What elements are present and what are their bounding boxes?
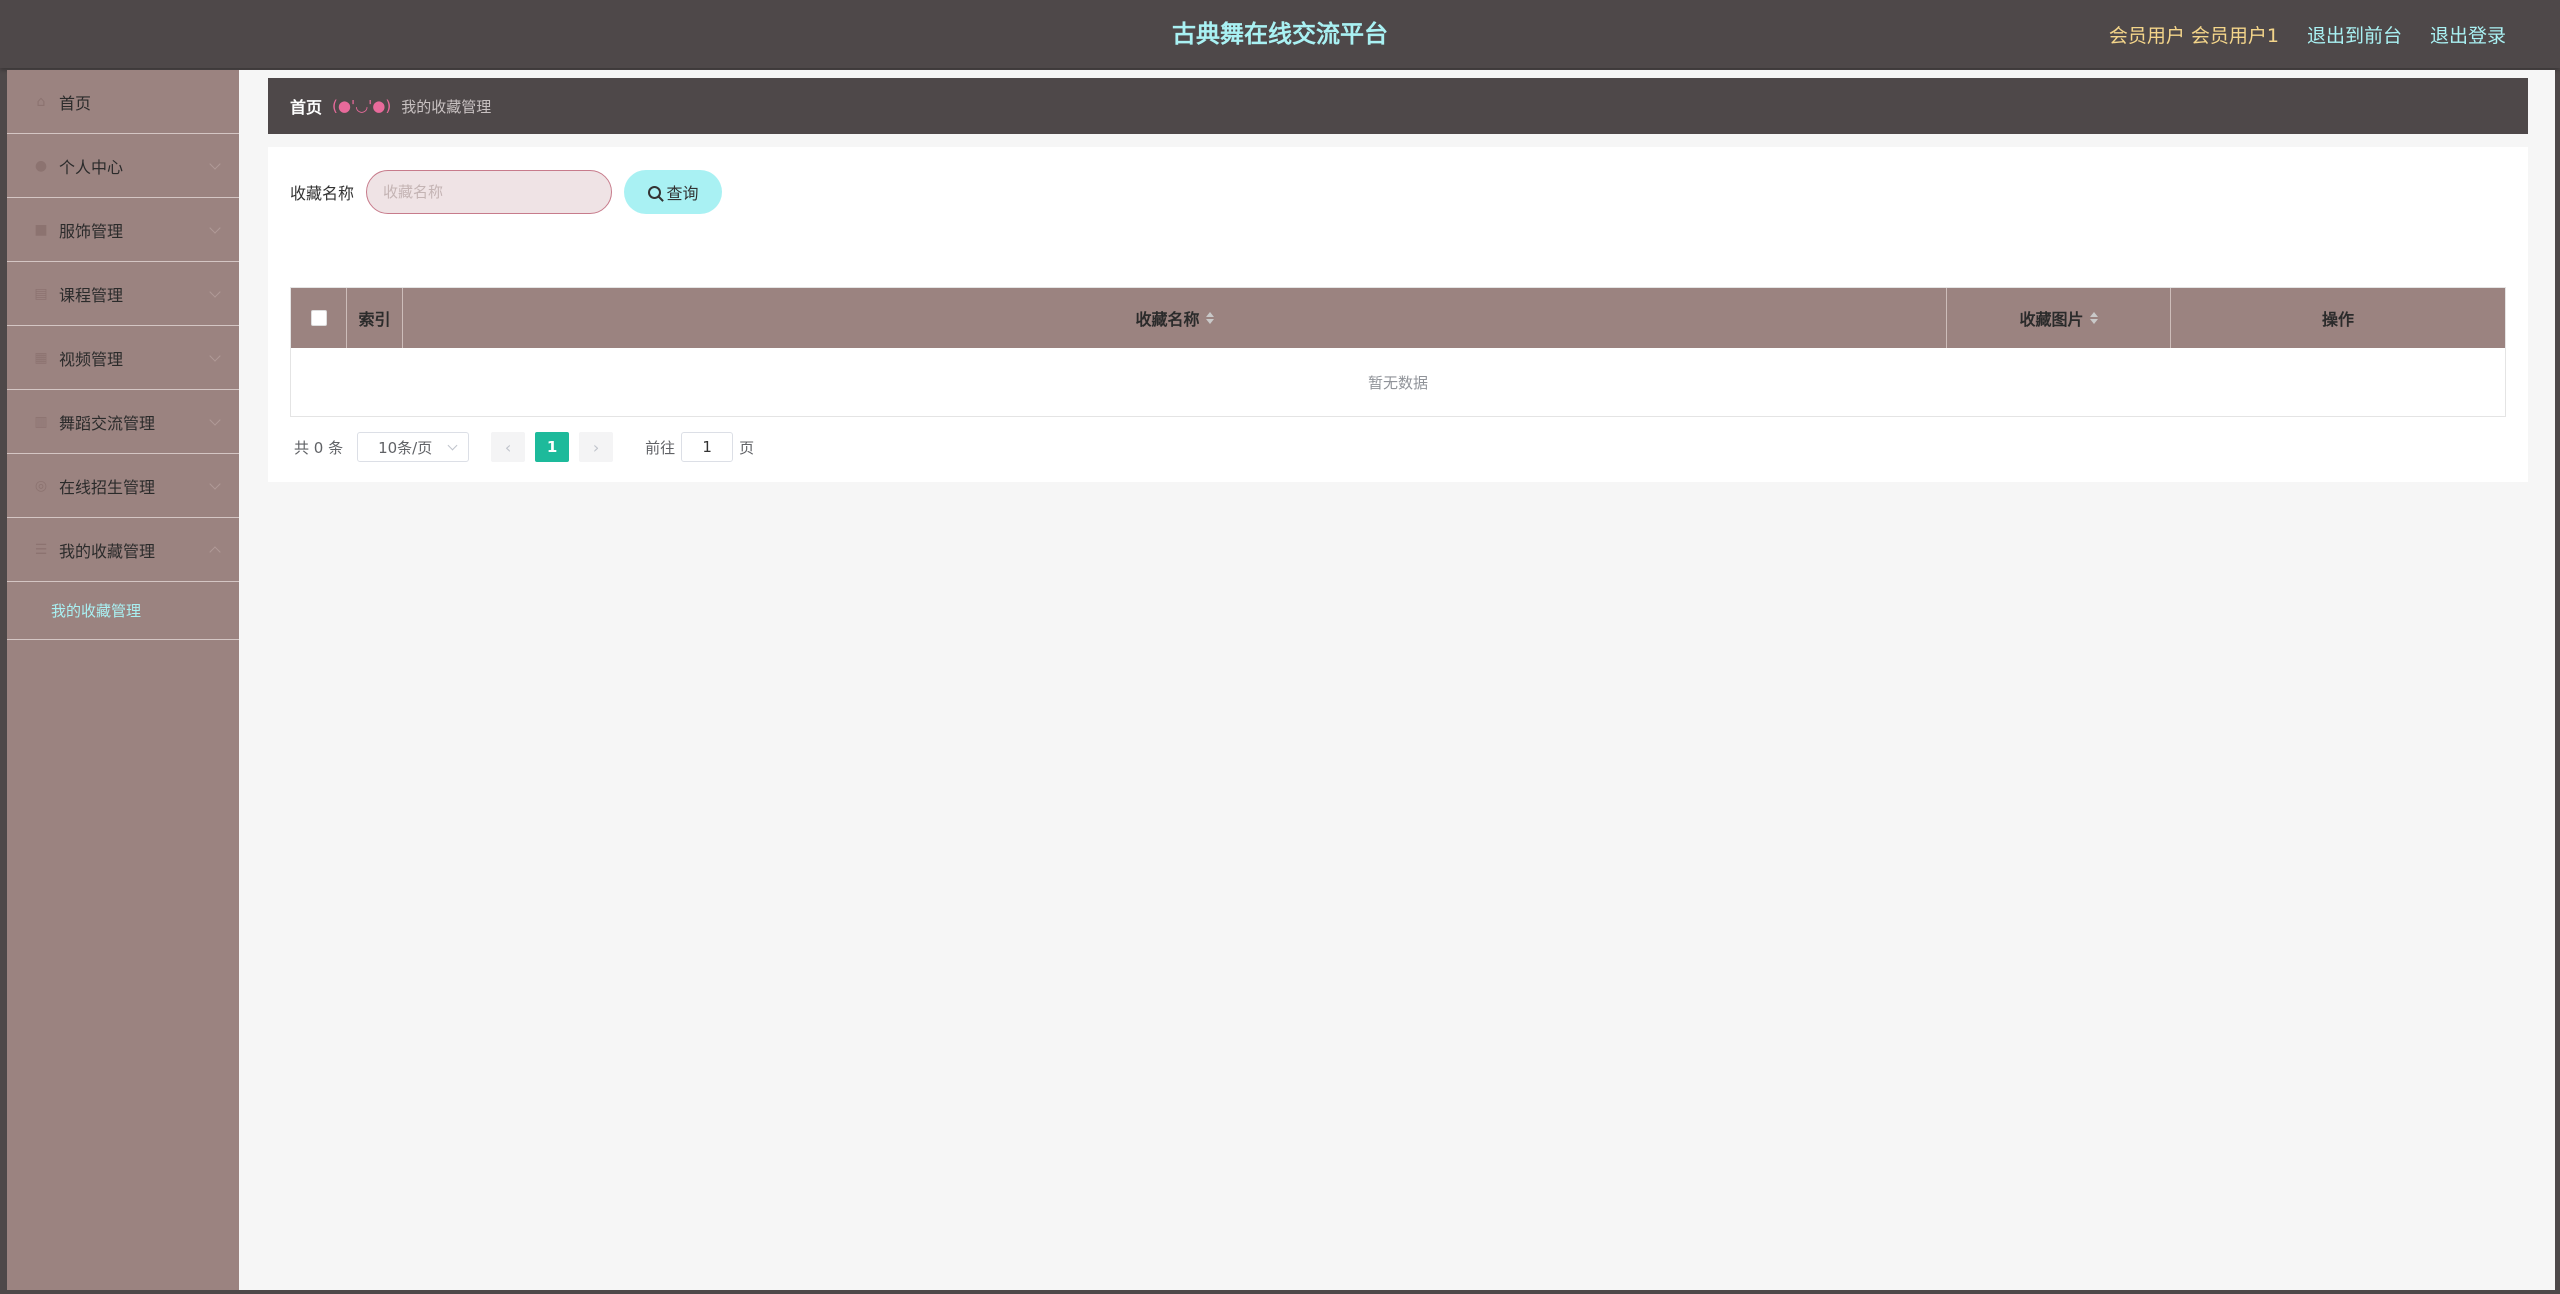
- select-all-checkbox[interactable]: [310, 310, 327, 326]
- chevron-down-icon: [209, 221, 221, 234]
- column-header-name-label: 收藏名称: [1135, 310, 1200, 329]
- sidebar-subitem-my-favorites[interactable]: 我的收藏管理: [7, 582, 239, 640]
- enroll-icon: ◎: [34, 477, 48, 494]
- goto-label: 前往: [645, 438, 676, 457]
- sidebar-item-enrollment[interactable]: ◎ 在线招生管理: [7, 454, 239, 518]
- sort-icon[interactable]: [1205, 312, 1214, 324]
- search-button-label: 查询: [666, 184, 699, 203]
- user-icon: ●: [34, 157, 48, 174]
- prev-page-button[interactable]: ‹: [491, 432, 526, 462]
- home-icon: ⌂: [36, 93, 46, 110]
- sidebar-item-video[interactable]: ▦ 视频管理: [7, 326, 239, 390]
- chevron-down-icon: [209, 477, 221, 490]
- chevron-down-icon: [209, 285, 221, 298]
- top-bar: 古典舞在线交流平台 会员用户 会员用户1 退出到前台 退出登录: [0, 0, 2560, 68]
- sidebar-item-label: 课程管理: [59, 285, 124, 305]
- pagination-total: 共 0 条: [294, 438, 344, 457]
- select-all-cell: [291, 288, 347, 348]
- chevron-down-icon: [209, 413, 221, 426]
- course-icon: ▤: [34, 285, 48, 302]
- chevron-down-icon: [447, 440, 458, 451]
- back-to-front-link[interactable]: 退出到前台: [2307, 21, 2402, 48]
- next-page-button[interactable]: ›: [579, 432, 614, 462]
- page-unit-label: 页: [739, 438, 755, 457]
- sidebar-item-label: 舞蹈交流管理: [59, 413, 156, 433]
- sidebar-item-label: 在线招生管理: [59, 477, 156, 497]
- breadcrumb-home[interactable]: 首页: [290, 94, 322, 118]
- sidebar-item-label: 视频管理: [59, 349, 124, 369]
- sidebar-item-label: 服饰管理: [59, 221, 124, 241]
- page-number-current[interactable]: 1: [535, 432, 570, 462]
- favorite-icon: ☰: [34, 541, 48, 558]
- main-content: 首页 (●'◡'●) 我的收藏管理 收藏名称 查询 索引 收藏名称: [239, 70, 2555, 1290]
- column-header-name[interactable]: 收藏名称: [403, 288, 1947, 348]
- search-label: 收藏名称: [290, 184, 355, 203]
- page-size-select[interactable]: 10条/页: [357, 432, 470, 462]
- breadcrumb: 首页 (●'◡'●) 我的收藏管理: [268, 78, 2528, 134]
- page-size-value: 10条/页: [378, 438, 433, 457]
- breadcrumb-current: 我的收藏管理: [401, 97, 492, 116]
- video-icon: ▦: [34, 349, 48, 366]
- chevron-down-icon: [209, 157, 221, 170]
- breadcrumb-separator: (●'◡'●): [332, 97, 392, 115]
- sidebar-item-label: 个人中心: [59, 157, 124, 177]
- forum-icon: ▥: [34, 413, 48, 430]
- sidebar-item-course[interactable]: ▤ 课程管理: [7, 262, 239, 326]
- search-button[interactable]: 查询: [624, 170, 723, 214]
- pagination: 共 0 条 10条/页 ‹ 1 › 前往 页: [294, 430, 754, 464]
- favorites-table: 索引 收藏名称 收藏图片 操作 暂无数据: [290, 287, 2506, 417]
- sidebar-item-label: 我的收藏管理: [59, 541, 156, 561]
- sidebar-subitem-label: 我的收藏管理: [51, 602, 142, 620]
- chevron-down-icon: [209, 349, 221, 362]
- content-panel: 收藏名称 查询 索引 收藏名称 收藏图片: [268, 147, 2528, 482]
- search-input[interactable]: [366, 170, 613, 214]
- search-icon: [647, 185, 661, 199]
- sidebar-item-dance-forum[interactable]: ▥ 舞蹈交流管理: [7, 390, 239, 454]
- sidebar-item-profile[interactable]: ● 个人中心: [7, 134, 239, 198]
- column-header-actions: 操作: [2321, 310, 2354, 329]
- sidebar-item-label: 首页: [59, 93, 92, 113]
- chevron-up-icon: [209, 545, 221, 558]
- column-header-index: 索引: [347, 288, 403, 348]
- column-header-image-label: 收藏图片: [2019, 310, 2084, 329]
- header-actions: 会员用户 会员用户1 退出到前台 退出登录: [2109, 0, 2506, 68]
- table-header: 索引 收藏名称 收藏图片 操作: [291, 288, 2505, 348]
- sort-icon[interactable]: [2089, 312, 2098, 324]
- current-user: 会员用户 会员用户1: [2108, 24, 2279, 47]
- logout-link[interactable]: 退出登录: [2430, 21, 2506, 48]
- column-header-image[interactable]: 收藏图片: [1947, 288, 2171, 348]
- goto-page-input[interactable]: [681, 432, 734, 462]
- sidebar: ⌂ 首页 ● 个人中心 ■ 服饰管理 ▤ 课程管理 ▦ 视频管理 ▥ 舞蹈交流管…: [7, 70, 239, 1290]
- clothing-icon: ■: [34, 221, 48, 238]
- search-form: 收藏名称 查询: [290, 169, 723, 215]
- sidebar-item-favorites[interactable]: ☰ 我的收藏管理: [7, 518, 239, 582]
- sidebar-item-clothing[interactable]: ■ 服饰管理: [7, 198, 239, 262]
- sidebar-item-home[interactable]: ⌂ 首页: [7, 70, 239, 134]
- table-empty-text: 暂无数据: [1367, 373, 1428, 392]
